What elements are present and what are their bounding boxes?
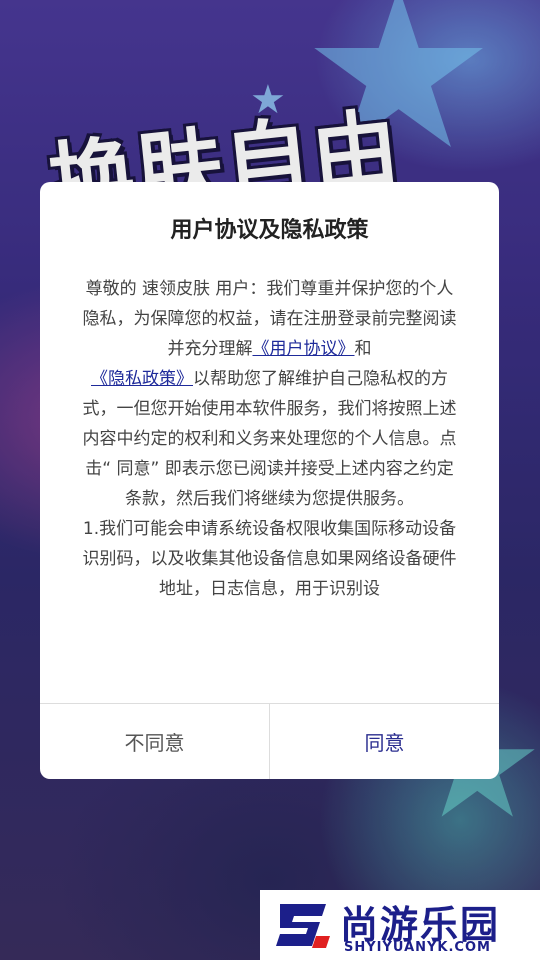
dialog-title: 用户协议及隐私政策 xyxy=(170,218,369,243)
dialog-button-row: 不同意 同意 xyxy=(40,703,499,779)
privacy-dialog: 用户协议及隐私政策 尊敬的 速领皮肤 用户：我们尊重并保护您的个人隐私，为保障您… xyxy=(40,182,499,779)
brand-logo-icon xyxy=(276,904,330,948)
intro-suffix-text: 以帮助您了解维护自己隐私权的方式，一但您开始使用本软件服务，我们将按照上述内容中… xyxy=(82,369,457,509)
clause-1-text: 1.我们可能会申请系统设备权限收集国际移动设备识别码，以及收集其他设备信息如果网… xyxy=(82,519,457,599)
and-text: 和 xyxy=(354,339,372,359)
dialog-body[interactable]: 尊敬的 速领皮肤 用户：我们尊重并保护您的个人隐私，为保障您的权益，请在注册登录… xyxy=(78,274,461,654)
privacy-policy-link[interactable]: 《隐私政策》 xyxy=(91,369,193,389)
user-agreement-link[interactable]: 《用户协议》 xyxy=(253,339,355,359)
disagree-button[interactable]: 不同意 xyxy=(40,704,270,779)
site-watermark: 尚游乐园 SHYIYUANYK.COM xyxy=(260,890,540,960)
brand-site: SHYIYUANYK.COM xyxy=(344,940,491,955)
agree-button[interactable]: 同意 xyxy=(270,704,499,779)
